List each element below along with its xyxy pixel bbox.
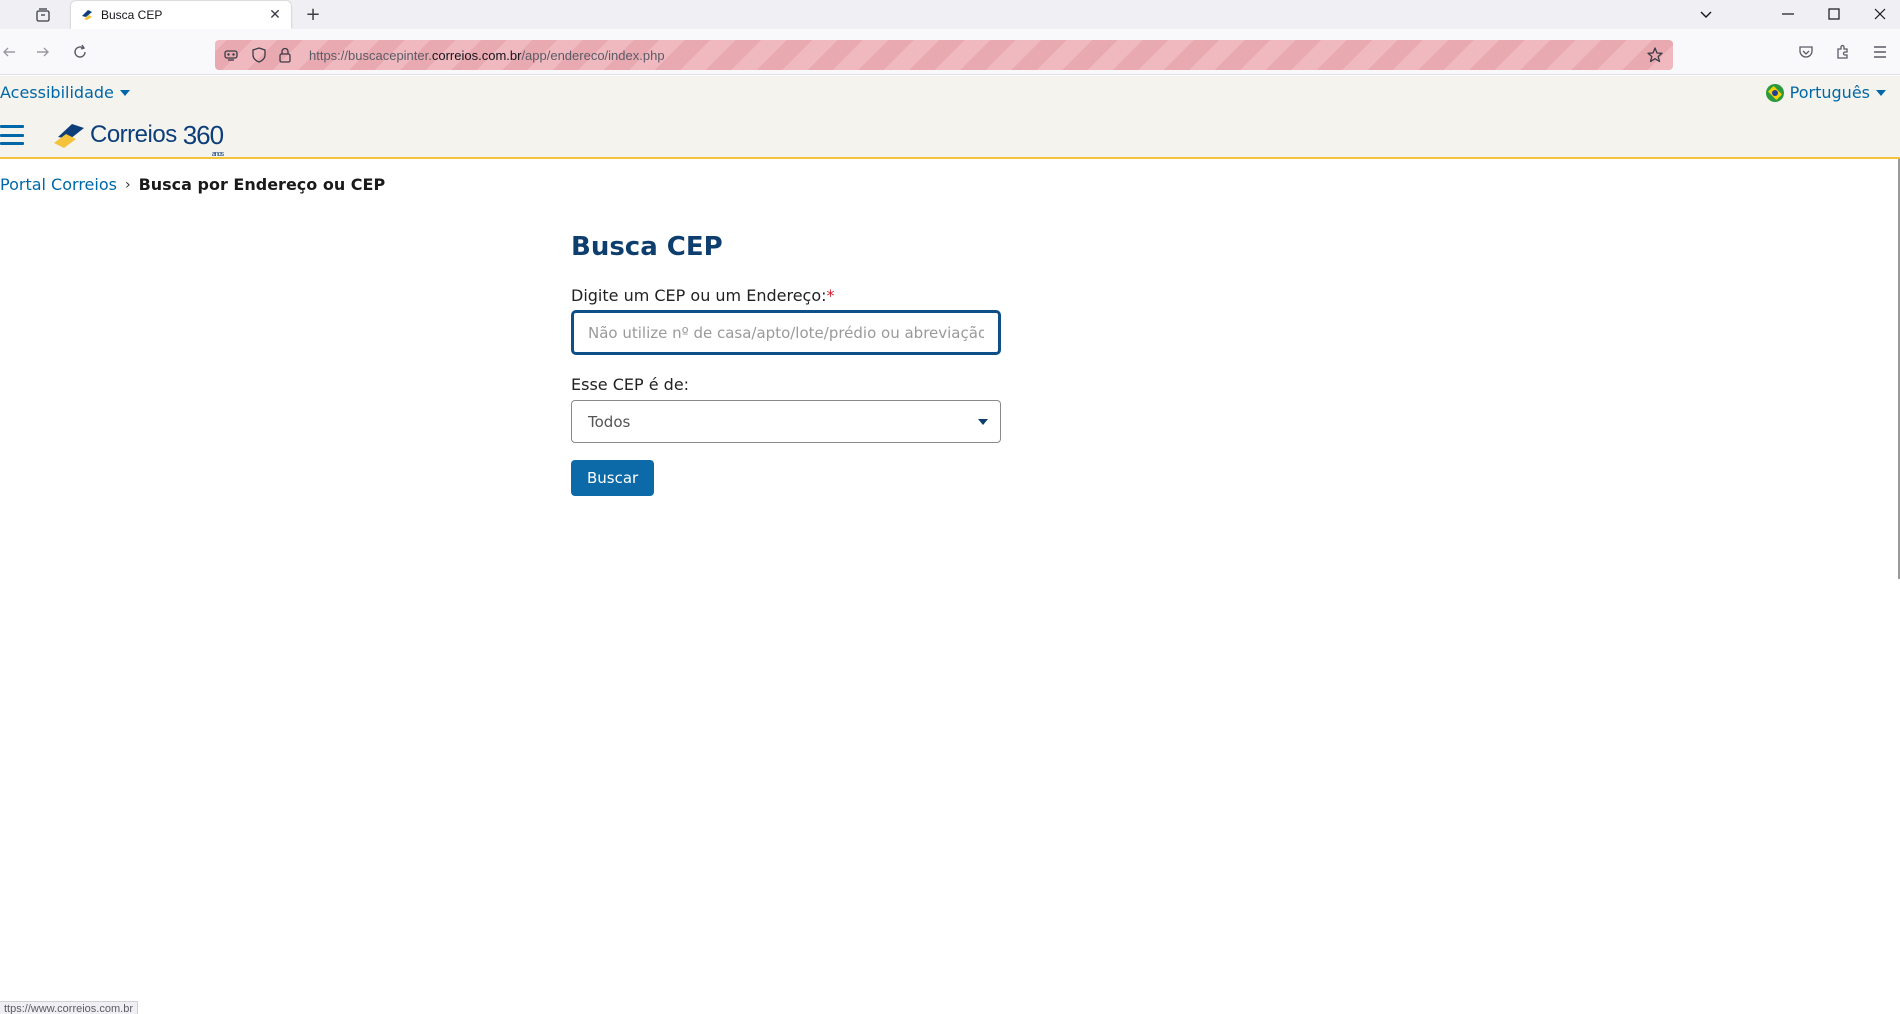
url-path: /app/endereco/index.php (521, 47, 665, 63)
close-window-icon[interactable] (1858, 0, 1900, 28)
busca-cep-form: Busca CEP Digite um CEP ou um Endereço:*… (571, 232, 1001, 496)
language-label: Português (1789, 83, 1870, 102)
minimize-icon[interactable] (1766, 0, 1810, 28)
extensions-icon[interactable] (1830, 39, 1856, 65)
correios-logo-icon (54, 124, 84, 148)
site-top-bar: Acessibilidade Português (0, 76, 1900, 111)
language-selector[interactable]: Português (1765, 83, 1886, 102)
bookmark-star-icon[interactable] (1645, 45, 1665, 65)
browser-tab-strip: Busca CEP ✕ + (0, 0, 1900, 29)
back-arrow-icon[interactable] (0, 39, 22, 65)
cep-type-selected: Todos (588, 412, 631, 431)
required-mark: * (826, 286, 835, 305)
reload-icon[interactable] (67, 39, 93, 65)
logo-360: 360 anos (182, 119, 224, 158)
cep-type-select[interactable]: Todos (571, 400, 1001, 443)
url-bar[interactable]: https://buscacepinter.correios.com.br/ap… (215, 40, 1673, 70)
tab-list-icon[interactable] (32, 4, 54, 26)
accessibility-menu[interactable]: Acessibilidade (0, 83, 130, 102)
brazil-flag-icon (1765, 83, 1784, 102)
chevron-down-icon (978, 419, 988, 425)
cep-address-input[interactable] (571, 310, 1001, 355)
status-bar: ttps://www.correios.com.br (0, 1001, 138, 1014)
tab-close-icon[interactable]: ✕ (265, 5, 285, 25)
breadcrumb-separator-icon: › (124, 176, 131, 193)
tab-title: Busca CEP (101, 8, 163, 22)
url-prefix: https://buscacepinter. (309, 47, 432, 63)
cep-type-label: Esse CEP é de: (571, 375, 690, 394)
tab-overflow-chevron-icon[interactable] (1684, 0, 1728, 28)
app-menu-icon[interactable] (1867, 39, 1893, 65)
breadcrumb-current: Busca por Endereço ou CEP (138, 175, 386, 194)
correios-logo[interactable]: Correios 360 anos (54, 117, 224, 158)
pocket-icon[interactable] (1793, 39, 1819, 65)
maximize-icon[interactable] (1812, 0, 1856, 28)
tracking-shield-icon[interactable] (249, 45, 269, 65)
site-header: Correios 360 anos (0, 111, 1900, 159)
new-tab-icon[interactable]: + (302, 3, 324, 25)
remote-control-icon[interactable] (221, 45, 241, 65)
correios-favicon-icon (79, 7, 95, 23)
chevron-down-icon (1876, 89, 1886, 96)
page-title: Busca CEP (571, 232, 723, 262)
breadcrumb: Portal Correios › Busca por Endereço ou … (0, 175, 385, 194)
url-host: correios.com.br (431, 47, 522, 63)
lock-icon[interactable] (275, 45, 295, 65)
hamburger-menu-icon[interactable] (0, 125, 24, 145)
browser-nav-bar: https://buscacepinter.correios.com.br/ap… (0, 29, 1900, 75)
logo-number: 360 (182, 119, 224, 150)
browser-tab[interactable]: Busca CEP ✕ (71, 1, 291, 29)
url-text[interactable]: https://buscacepinter.correios.com.br/ap… (309, 48, 665, 63)
accessibility-label: Acessibilidade (0, 83, 114, 102)
breadcrumb-home-link[interactable]: Portal Correios (0, 175, 117, 194)
chevron-down-icon (119, 89, 130, 96)
logo-text: Correios (90, 121, 177, 148)
forward-arrow-icon[interactable] (30, 39, 56, 65)
search-button[interactable]: Buscar (571, 460, 655, 496)
logo-anos: anos (211, 150, 224, 158)
cep-field-label: Digite um CEP ou um Endereço:* (571, 286, 1001, 305)
cep-label-text: Digite um CEP ou um Endereço: (571, 286, 827, 305)
